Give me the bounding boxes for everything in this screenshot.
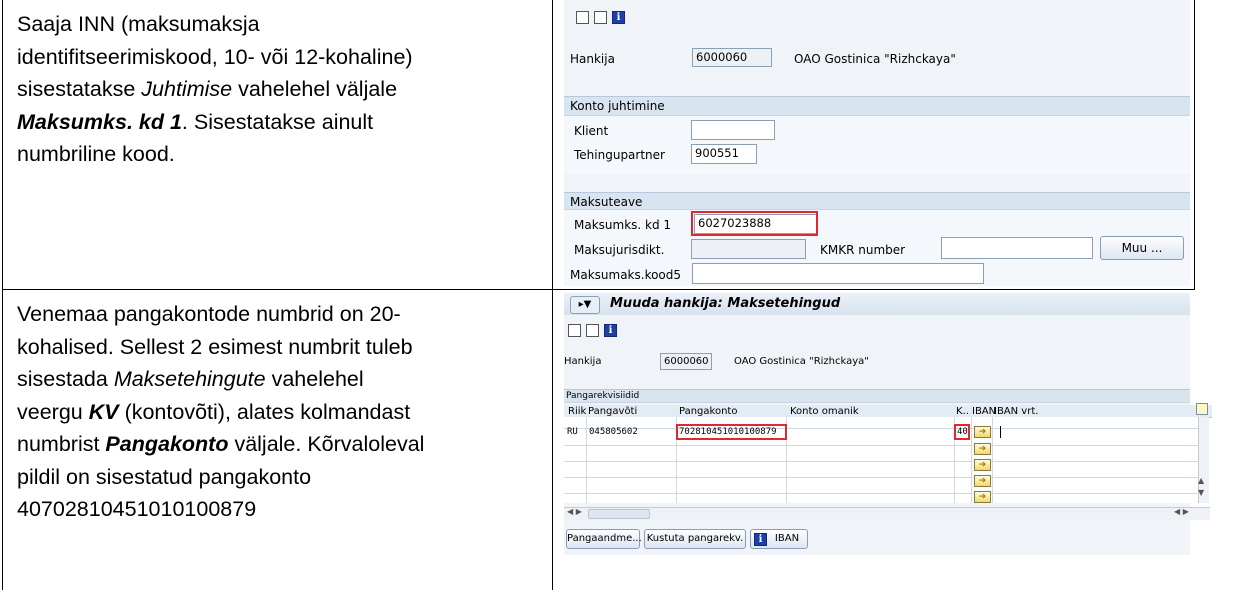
account-control-panel — [564, 116, 1190, 174]
vendor-name: OAO Gostinica "Rizhckaya" — [794, 52, 956, 66]
text-line: sisestatakse Juhtimise vahelehel väljale — [17, 73, 413, 106]
text-segment: numbriline kood. — [17, 142, 175, 166]
highlight-taxcode1 — [691, 211, 818, 236]
table-border-right — [1194, 0, 1195, 290]
text-segment: sisestada — [17, 367, 114, 391]
text-segment: vahelehel — [265, 367, 364, 391]
scroll-thumb[interactable] — [588, 509, 650, 519]
bank-data-button[interactable]: Pangaandme... — [566, 529, 642, 549]
info-icon: i — [754, 533, 767, 546]
iban-arrow-button[interactable]: ➜ — [974, 475, 991, 487]
iban-arrow-button[interactable]: ➜ — [974, 459, 991, 471]
text-line: veergu KV (kontovõti), alates kolmandast — [17, 396, 424, 429]
table-row-divider — [2, 289, 1195, 290]
scroll-up-icon[interactable]: ▲ — [1198, 476, 1204, 485]
vendor-label: Hankija — [570, 52, 615, 66]
vendor-field[interactable]: 6000060 — [660, 353, 712, 370]
taxcode5-label: Maksumaks.kood5 — [570, 268, 682, 282]
taxcode5-field[interactable] — [692, 263, 984, 284]
text-segment: kohalised. Sellest 2 esimest numbrit tul… — [17, 334, 413, 359]
taxcode1-label: Maksumks. kd 1 — [574, 218, 672, 232]
text-segment: väljale. Kõrvaloleval — [228, 432, 425, 456]
screen-title: Muuda hankija: Maksetehingud — [610, 296, 841, 311]
document-icon[interactable] — [586, 324, 599, 337]
text-segment: Saaja INN (maksumaksja — [17, 12, 260, 36]
vat-label: KMKR number — [820, 243, 906, 257]
text-segment: Pangakonto — [105, 432, 229, 456]
text-segment: vahelehel väljale — [232, 77, 398, 101]
iban-arrow-button[interactable]: ➜ — [974, 443, 991, 455]
display-icon[interactable] — [576, 11, 589, 24]
text-segment: Maksumks. kd 1 — [17, 109, 182, 134]
delete-bank-button[interactable]: Kustuta pangarekv. — [644, 529, 746, 549]
text-segment: Juhtimise — [141, 77, 233, 101]
row1-country[interactable]: RU — [567, 426, 578, 439]
text-line: kohalised. Sellest 2 esimest numbrit tul… — [17, 331, 424, 364]
text-segment: 40702810451010100879 — [17, 497, 257, 521]
vendor-field[interactable]: 6000060 — [692, 48, 772, 67]
highlight-account — [676, 424, 787, 440]
text-line: numbrist Pangakonto väljale. Kõrvaloleva… — [17, 428, 424, 461]
column-settings-icon[interactable] — [1196, 403, 1208, 415]
vendor-label: Hankija — [564, 356, 602, 367]
text-line: Saaja INN (maksumaksja — [17, 8, 413, 41]
text-segment: Venemaa pangakontode numbrid on 20- — [17, 302, 401, 326]
text-line: Venemaa pangakontode numbrid on 20- — [17, 298, 424, 331]
document-icon[interactable] — [594, 11, 607, 24]
iban-arrow-button[interactable]: ➜ — [974, 491, 991, 503]
section-bank-details: Pangarekvisiidid — [564, 389, 1190, 403]
text-segment: KV — [88, 399, 119, 424]
row1-description: Saaja INN (maksumaksja identifitseerimisk… — [17, 8, 413, 171]
vat-field[interactable] — [941, 237, 1093, 259]
section-payment-info: Maksuteave — [564, 192, 1190, 210]
payment-transactions-screen: ▸▼ Muuda hankija: Maksetehingud i Hankij… — [564, 293, 1212, 555]
client-field[interactable] — [691, 120, 775, 140]
text-cursor — [1000, 426, 1001, 438]
text-line: sisestada Maksetehingute vahelehel — [17, 363, 424, 396]
row1-bank-key[interactable]: 045805602 — [589, 426, 638, 439]
text-segment: . Sisestatakse ainult — [181, 109, 374, 134]
iban-arrow-button[interactable]: ➜ — [974, 426, 991, 438]
more-button[interactable]: Muu ... — [1100, 236, 1184, 260]
text-line: pildil on sisestatud pangakonto — [17, 461, 424, 494]
scroll-right-icon[interactable]: ◀ ▶ — [1174, 507, 1189, 516]
vendor-control-screen: i Hankija 6000060 OAO Gostinica "Rizhcka… — [564, 0, 1190, 286]
text-segment: (kontovõti), alates kolmandast — [118, 399, 411, 424]
jurisdiction-label: Maksujurisdikt. — [574, 243, 665, 257]
menu-icon[interactable]: ▸▼ — [570, 296, 600, 314]
text-line: identifitseerimiskood, 10- või 12-kohali… — [17, 41, 413, 74]
horizontal-scrollbar[interactable] — [564, 507, 1210, 520]
text-segment: veergu — [17, 399, 89, 424]
text-line: Maksumks. kd 1. Sisestatakse ainult — [17, 106, 413, 139]
row2-description: Venemaa pangakontode numbrid on 20- kohal… — [17, 298, 424, 526]
scroll-down-icon[interactable]: ▼ — [1198, 488, 1204, 497]
text-segment: Maksetehingute — [113, 367, 266, 391]
info-icon[interactable]: i — [604, 324, 617, 337]
text-line: numbriline kood. — [17, 138, 413, 171]
text-segment: identifitseerimiskood, 10- või 12-kohali… — [17, 44, 413, 69]
scroll-left-icon[interactable]: ◀ ▶ — [567, 507, 582, 516]
client-label: Klient — [574, 124, 609, 138]
table-border-middle — [552, 0, 553, 590]
grid-body — [564, 417, 1206, 503]
section-account-control: Konto juhtimine — [564, 96, 1190, 116]
partner-label: Tehingupartner — [574, 148, 665, 162]
highlight-key — [954, 424, 970, 440]
display-icon[interactable] — [568, 324, 581, 337]
text-line: 40702810451010100879 — [17, 493, 424, 526]
partner-field[interactable]: 900551 — [691, 144, 757, 164]
text-segment: numbrist — [17, 432, 106, 456]
jurisdiction-field[interactable] — [691, 239, 806, 259]
vendor-name: OAO Gostinica "Rizhckaya" — [734, 356, 869, 367]
text-segment: pildil on sisestatud pangakonto — [17, 464, 312, 489]
info-icon[interactable]: i — [612, 11, 625, 24]
table-border-left — [2, 0, 3, 590]
text-segment: sisestatakse — [17, 77, 142, 101]
